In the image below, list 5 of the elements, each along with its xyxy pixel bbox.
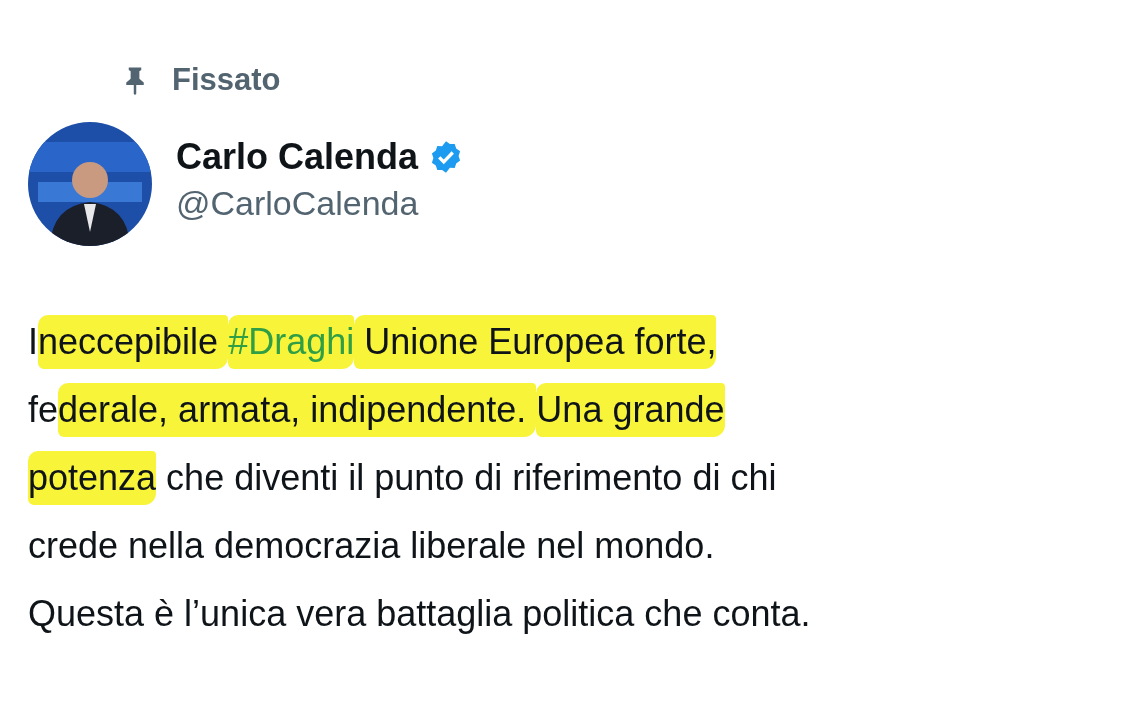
author-name: Carlo Calenda <box>176 135 419 178</box>
hashtag-link[interactable]: #Draghi <box>228 315 355 369</box>
tweet-text: Ineccepibile #Draghi Unione Europea forte, federale, armata, indipendente. Una grande potenza che diventi il punto di riferimento di chi crede nella democrazia liberale nel mondo. Questa è l’unica vera battaglia politica che conta. <box>28 308 1125 648</box>
pinned-label: Fissato <box>172 62 281 98</box>
author-handle: @CarloCalenda <box>176 183 420 223</box>
